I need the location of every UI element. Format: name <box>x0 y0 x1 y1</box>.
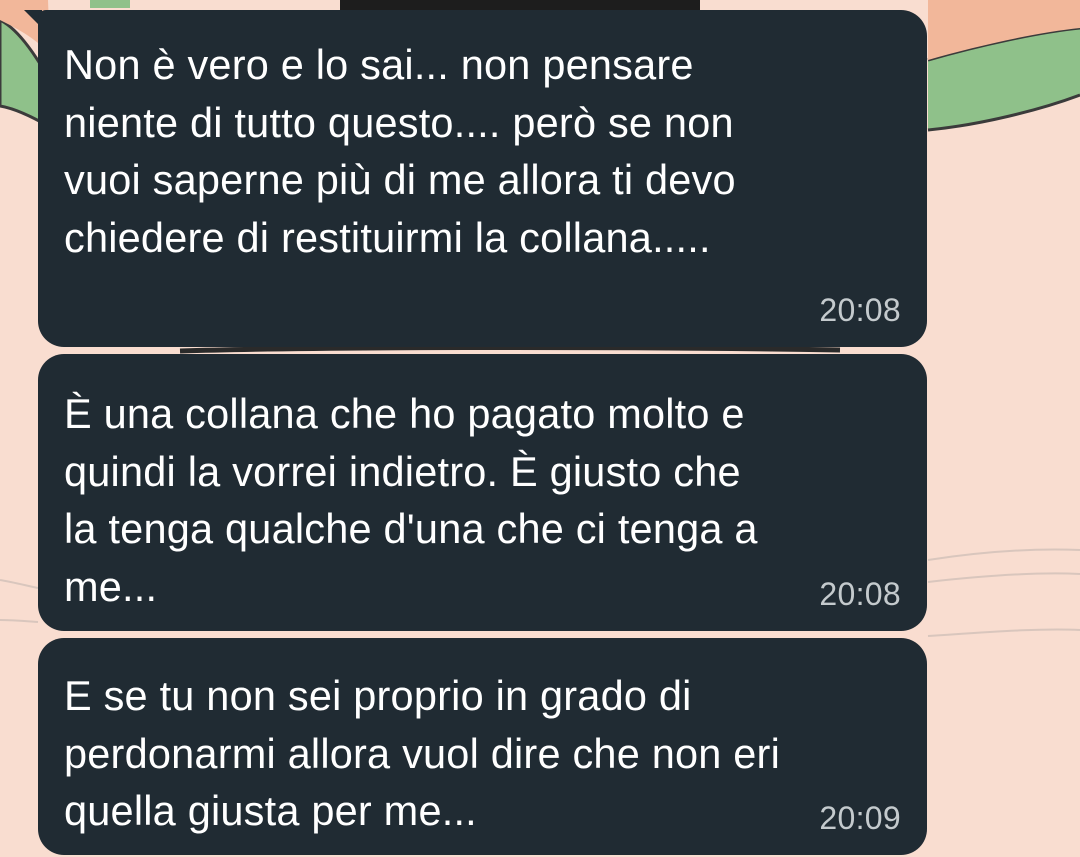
message-bubble[interactable]: Non è vero e lo sai... non pensare nient… <box>38 10 927 347</box>
message-text: È una collana che ho pagato molto e quin… <box>64 390 758 610</box>
chat-conversation: Non è vero e lo sai... non pensare nient… <box>0 0 1080 857</box>
message-time: 20:08 <box>819 576 901 612</box>
message-time: 20:08 <box>819 292 901 328</box>
message-text: E se tu non sei proprio in grado di perd… <box>64 672 780 834</box>
message-time: 20:09 <box>819 800 901 836</box>
message-text: Non è vero e lo sai... non pensare nient… <box>64 41 736 261</box>
message-bubble[interactable]: E se tu non sei proprio in grado di perd… <box>38 638 927 855</box>
message-bubble[interactable]: È una collana che ho pagato molto e quin… <box>38 354 927 631</box>
